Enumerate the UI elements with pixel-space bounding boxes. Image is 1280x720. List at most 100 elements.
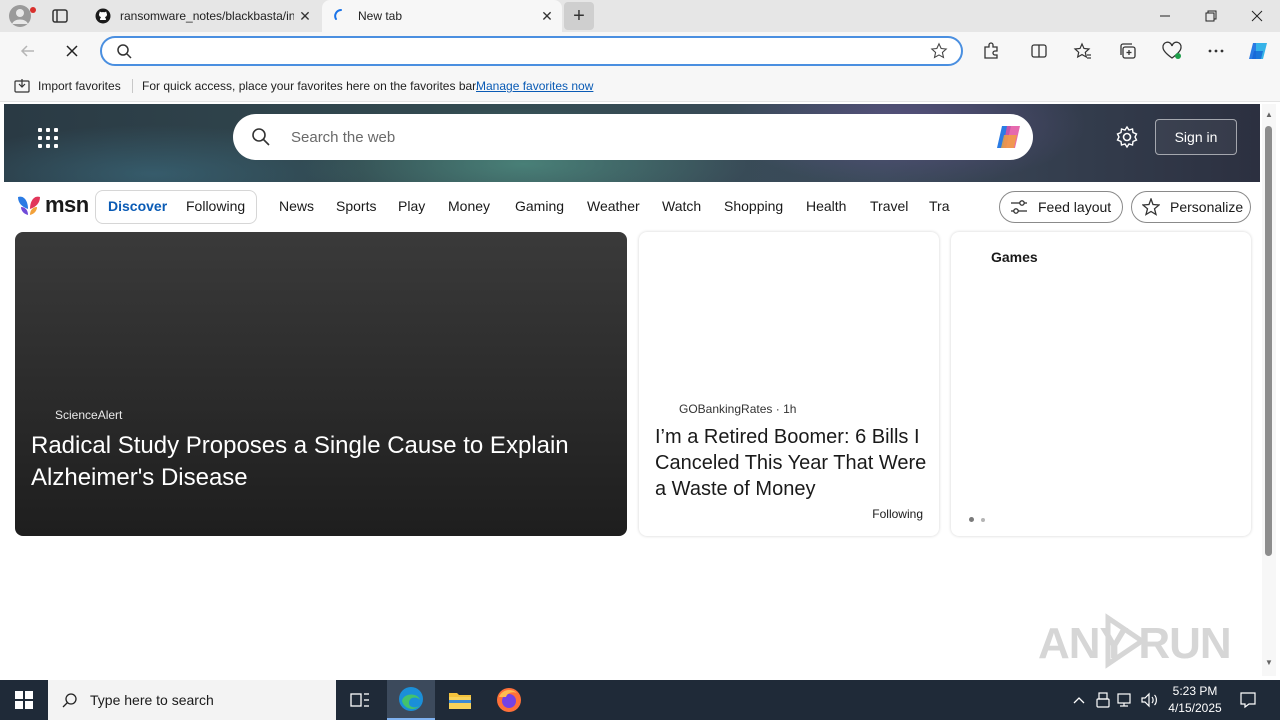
news-card[interactable]: GOBankingRates · 1h I’m a Retired Boomer… xyxy=(639,232,939,536)
new-tab-button[interactable]: + xyxy=(564,2,594,30)
usb-device-icon xyxy=(1096,692,1110,708)
card-headline[interactable]: Radical Study Proposes a Single Cause to… xyxy=(31,430,591,494)
favorite-star-icon[interactable] xyxy=(930,42,948,60)
page-scrollbar[interactable]: ▲ ▼ xyxy=(1262,104,1276,676)
favorites-message: For quick access, place your favorites h… xyxy=(142,79,479,93)
system-clock[interactable]: 5:23 PM 4/15/2025 xyxy=(1162,683,1228,717)
close-window-button[interactable] xyxy=(1234,0,1280,32)
split-screen-button[interactable] xyxy=(1025,37,1053,65)
taskbar-edge[interactable] xyxy=(387,680,435,720)
tab-following[interactable]: Following xyxy=(186,198,245,214)
clock-date: 4/15/2025 xyxy=(1168,701,1222,715)
clock-time: 5:23 PM xyxy=(1172,684,1218,698)
carousel-dot-active[interactable] xyxy=(969,517,974,522)
close-tab-icon[interactable]: ✕ xyxy=(294,5,316,27)
stop-loading-button[interactable] xyxy=(58,37,86,65)
copilot-icon[interactable] xyxy=(993,123,1025,151)
nav-health[interactable]: Health xyxy=(806,198,846,214)
taskbar-file-explorer[interactable] xyxy=(436,680,484,720)
nav-shopping[interactable]: Shopping xyxy=(724,198,783,214)
tab-discover[interactable]: Discover xyxy=(108,198,167,214)
start-button[interactable] xyxy=(0,680,48,720)
nav-watch[interactable]: Watch xyxy=(662,198,701,214)
address-bar[interactable] xyxy=(100,36,963,66)
import-favorites-button[interactable]: Import favorites xyxy=(14,78,121,94)
heartbeat-icon xyxy=(1162,41,1182,59)
nav-traffic[interactable]: Tra xyxy=(929,198,949,214)
notification-dot xyxy=(30,7,36,13)
games-header[interactable]: Games xyxy=(991,249,1038,265)
sparkle-star-icon xyxy=(1142,198,1160,216)
carousel-dots[interactable] xyxy=(969,517,992,522)
close-tab-icon[interactable]: ✕ xyxy=(536,5,558,27)
msn-logo[interactable]: msn xyxy=(16,192,89,218)
tray-network[interactable] xyxy=(1116,680,1136,720)
task-view-button[interactable] xyxy=(336,680,384,720)
tray-device[interactable] xyxy=(1094,680,1112,720)
tray-volume[interactable] xyxy=(1140,680,1160,720)
category-nav: News Sports Play Money Gaming Weather Wa… xyxy=(266,182,950,232)
back-arrow-icon xyxy=(20,45,34,57)
favorites-icon xyxy=(1073,42,1091,59)
scroll-thumb[interactable] xyxy=(1265,126,1272,556)
favorites-button[interactable] xyxy=(1069,37,1097,65)
games-card[interactable]: Games xyxy=(951,232,1251,536)
title-bar: ransomware_notes/blackbasta/in ✕ New tab… xyxy=(0,0,1280,32)
settings-more-button[interactable] xyxy=(1202,37,1230,65)
nav-sports[interactable]: Sports xyxy=(336,198,376,214)
nav-money[interactable]: Money xyxy=(448,198,490,214)
import-icon xyxy=(14,79,30,93)
card-source: GOBankingRates · 1h xyxy=(679,402,797,416)
hero-news-card[interactable]: ScienceAlert Radical Study Proposes a Si… xyxy=(15,232,627,536)
sign-in-button[interactable]: Sign in xyxy=(1155,119,1237,155)
nav-play[interactable]: Play xyxy=(398,198,425,214)
split-screen-icon xyxy=(1031,44,1047,58)
manage-favorites-link[interactable]: Manage favorites now xyxy=(476,79,593,93)
carousel-dot[interactable] xyxy=(981,517,985,522)
show-hidden-icons[interactable] xyxy=(1068,680,1090,720)
msn-butterfly-icon xyxy=(18,196,40,215)
extensions-button[interactable] xyxy=(977,37,1005,65)
feed-layout-button[interactable]: Feed layout xyxy=(999,191,1123,223)
profile-avatar[interactable] xyxy=(8,4,36,28)
tab-actions-button[interactable] xyxy=(48,4,72,28)
settings-gear-icon[interactable] xyxy=(1115,125,1139,149)
browser-essentials-button[interactable] xyxy=(1158,37,1186,65)
search-icon xyxy=(117,44,132,59)
close-icon xyxy=(66,45,78,57)
chevron-up-icon xyxy=(1073,697,1085,704)
nav-weather[interactable]: Weather xyxy=(587,198,640,214)
network-icon xyxy=(1117,693,1131,707)
address-input[interactable] xyxy=(138,42,918,60)
taskbar-search-placeholder: Type here to search xyxy=(90,692,214,708)
tab-actions-icon xyxy=(52,9,68,23)
apps-launcher-icon[interactable] xyxy=(36,126,60,150)
personalize-label: Personalize xyxy=(1170,199,1244,215)
following-label[interactable]: Following xyxy=(872,507,923,521)
feed-layout-label: Feed layout xyxy=(1038,199,1112,215)
card-headline[interactable]: I’m a Retired Boomer: 6 Bills I Canceled… xyxy=(655,424,927,502)
taskbar-firefox[interactable] xyxy=(485,680,533,720)
personalize-button[interactable]: Personalize xyxy=(1131,191,1251,223)
notification-icon xyxy=(1240,692,1256,709)
restore-button[interactable] xyxy=(1188,0,1234,32)
loading-icon xyxy=(332,7,350,25)
minimize-button[interactable] xyxy=(1142,0,1188,32)
collections-button[interactable] xyxy=(1114,37,1142,65)
scroll-down-arrow-icon[interactable]: ▼ xyxy=(1264,658,1274,668)
copilot-button[interactable] xyxy=(1244,37,1272,65)
nav-travel[interactable]: Travel xyxy=(870,198,908,214)
tab-new-tab[interactable]: New tab ✕ xyxy=(322,0,562,32)
taskbar-search[interactable]: Type here to search xyxy=(48,680,336,720)
nav-gaming[interactable]: Gaming xyxy=(515,198,564,214)
web-search-input[interactable] xyxy=(289,126,969,148)
hero-banner: Sign in xyxy=(4,104,1260,182)
web-search-box[interactable] xyxy=(233,114,1033,160)
tab-github[interactable]: ransomware_notes/blackbasta/in ✕ xyxy=(84,0,320,32)
nav-news[interactable]: News xyxy=(279,198,314,214)
scroll-up-arrow-icon[interactable]: ▲ xyxy=(1264,110,1274,120)
back-button[interactable] xyxy=(14,37,42,65)
msn-nav: msn Discover Following News Sports Play … xyxy=(4,182,1260,232)
import-favorites-label: Import favorites xyxy=(38,79,121,93)
action-center-button[interactable] xyxy=(1234,680,1262,720)
